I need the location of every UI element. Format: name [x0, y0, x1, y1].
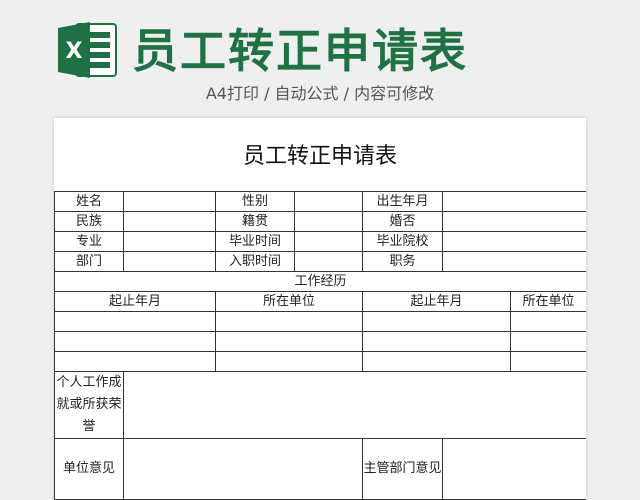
page-subtitle: A4打印 / 自动公式 / 内容可修改 — [205, 84, 435, 103]
department-label: 部门 — [54, 251, 124, 272]
ethnicity-label: 民族 — [54, 211, 124, 232]
work-unit-cell[interactable] — [215, 351, 363, 372]
grad-time-label: 毕业时间 — [215, 231, 295, 252]
form-sheet: 员工转正申请表 姓名 性别 出生年月 民族 籍贯 婚否 专业 毕业时间 毕业院校… — [54, 118, 586, 500]
table-row: 部门 入职时间 职务 — [54, 251, 586, 272]
work-period-header-1: 起止年月 — [54, 291, 216, 312]
ethnicity-field[interactable] — [123, 211, 216, 232]
work-unit-cell[interactable] — [510, 311, 586, 332]
table-row: 工作经历 — [54, 271, 586, 292]
work-unit-cell[interactable] — [215, 331, 363, 352]
gender-label: 性别 — [215, 191, 295, 212]
birth-field[interactable] — [442, 191, 586, 212]
supervisor-opinion-label: 主管部门意见 — [362, 438, 443, 500]
name-label: 姓名 — [54, 191, 124, 212]
table-row — [54, 331, 586, 352]
achievements-label: 个人工作成就或所获荣誉 — [54, 371, 124, 439]
table-row — [54, 351, 586, 372]
excel-icon: X — [58, 22, 117, 78]
achievements-field[interactable] — [123, 371, 586, 439]
work-history-heading: 工作经历 — [54, 271, 586, 292]
position-label: 职务 — [362, 251, 443, 272]
table-row: 专业 毕业时间 毕业院校 — [54, 231, 586, 252]
major-field[interactable] — [123, 231, 216, 252]
table-row: 个人工作成就或所获荣誉 — [54, 371, 586, 439]
name-field[interactable] — [123, 191, 216, 212]
page-header: X 员工转正申请表 A4打印 / 自动公式 / 内容可修改 — [0, 0, 640, 110]
application-form-table: 姓名 性别 出生年月 民族 籍贯 婚否 专业 毕业时间 毕业院校 部门 入职时间 — [54, 191, 586, 500]
entry-time-label: 入职时间 — [215, 251, 295, 272]
sheet-title: 员工转正申请表 — [242, 144, 397, 169]
gender-field[interactable] — [294, 191, 363, 212]
page-title: 员工转正申请表 — [132, 24, 468, 78]
table-row: 民族 籍贯 婚否 — [54, 211, 586, 232]
position-field[interactable] — [442, 251, 586, 272]
native-place-field[interactable] — [294, 211, 363, 232]
unit-opinion-label: 单位意见 — [54, 438, 124, 500]
grad-time-field[interactable] — [294, 231, 363, 252]
work-period-cell[interactable] — [362, 311, 511, 332]
supervisor-opinion-field[interactable] — [442, 438, 586, 500]
logo-letter: X — [66, 39, 83, 64]
work-period-header-2: 起止年月 — [362, 291, 511, 312]
table-row — [54, 311, 586, 332]
work-unit-cell[interactable] — [510, 351, 586, 372]
marital-field[interactable] — [442, 211, 586, 232]
department-field[interactable] — [123, 251, 216, 272]
work-period-cell[interactable] — [362, 351, 511, 372]
work-period-cell[interactable] — [54, 351, 216, 372]
table-row: 姓名 性别 出生年月 — [54, 191, 586, 212]
major-label: 专业 — [54, 231, 124, 252]
school-field[interactable] — [442, 231, 586, 252]
entry-time-field[interactable] — [294, 251, 363, 272]
work-unit-cell[interactable] — [510, 331, 586, 352]
work-unit-header-2: 所在单位 — [510, 291, 586, 312]
table-row: 单位意见 主管部门意见 — [54, 438, 586, 500]
unit-opinion-field[interactable] — [123, 438, 363, 500]
work-unit-cell[interactable] — [215, 311, 363, 332]
work-period-cell[interactable] — [362, 331, 511, 352]
work-period-cell[interactable] — [54, 311, 216, 332]
birth-label: 出生年月 — [362, 191, 443, 212]
work-unit-header-1: 所在单位 — [215, 291, 363, 312]
native-place-label: 籍贯 — [215, 211, 295, 232]
work-period-cell[interactable] — [54, 331, 216, 352]
table-row: 起止年月 所在单位 起止年月 所在单位 — [54, 291, 586, 312]
marital-label: 婚否 — [362, 211, 443, 232]
school-label: 毕业院校 — [362, 231, 443, 252]
